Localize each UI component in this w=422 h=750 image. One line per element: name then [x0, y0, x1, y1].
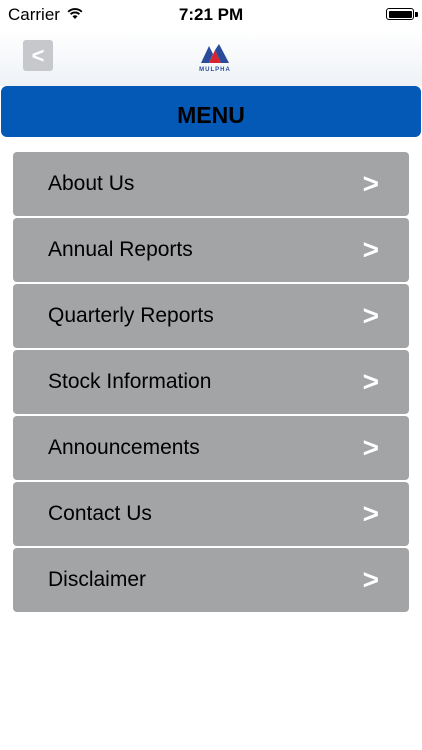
chevron-right-icon: > — [362, 234, 379, 265]
menu-item-stock-information[interactable]: Stock Information > — [13, 350, 409, 414]
chevron-right-icon: > — [362, 432, 379, 463]
chevron-right-icon: > — [362, 168, 379, 199]
logo-text: MULPHA — [199, 67, 231, 73]
chevron-right-icon: > — [362, 498, 379, 529]
battery-tip — [415, 12, 418, 17]
logo-mark-icon — [201, 44, 229, 63]
menu-item-disclaimer[interactable]: Disclaimer > — [13, 548, 409, 612]
menu-item-label: Announcements — [48, 436, 200, 459]
mulpha-logo: MULPHA — [195, 42, 235, 73]
menu-item-quarterly-reports[interactable]: Quarterly Reports > — [13, 284, 409, 348]
status-time: 7:21 PM — [178, 5, 244, 24]
battery-icon — [386, 8, 414, 20]
menu-item-label: Quarterly Reports — [48, 304, 214, 327]
chevron-right-icon: > — [362, 300, 379, 331]
app-screen: Carrier 7:21 PM < MULPHA MENU About Us >… — [0, 0, 422, 750]
chevron-right-icon: > — [362, 564, 379, 595]
menu-item-label: About Us — [48, 172, 135, 195]
menu-item-label: Contact Us — [48, 502, 152, 525]
menu-item-label: Disclaimer — [48, 568, 147, 591]
menu-item-announcements[interactable]: Announcements > — [13, 416, 409, 480]
menu-list: About Us > Annual Reports > Quarterly Re… — [13, 152, 409, 614]
menu-item-label: Annual Reports — [48, 238, 193, 261]
menu-item-annual-reports[interactable]: Annual Reports > — [13, 218, 409, 282]
menu-item-label: Stock Information — [48, 370, 212, 393]
back-button[interactable]: < — [23, 40, 53, 71]
menu-title: MENU — [1, 86, 421, 137]
chevron-right-icon: > — [362, 366, 379, 397]
navigation-bar: < MULPHA — [0, 30, 422, 86]
menu-item-about-us[interactable]: About Us > — [13, 152, 409, 216]
menu-item-contact-us[interactable]: Contact Us > — [13, 482, 409, 546]
status-bar: Carrier 7:21 PM — [0, 0, 422, 30]
